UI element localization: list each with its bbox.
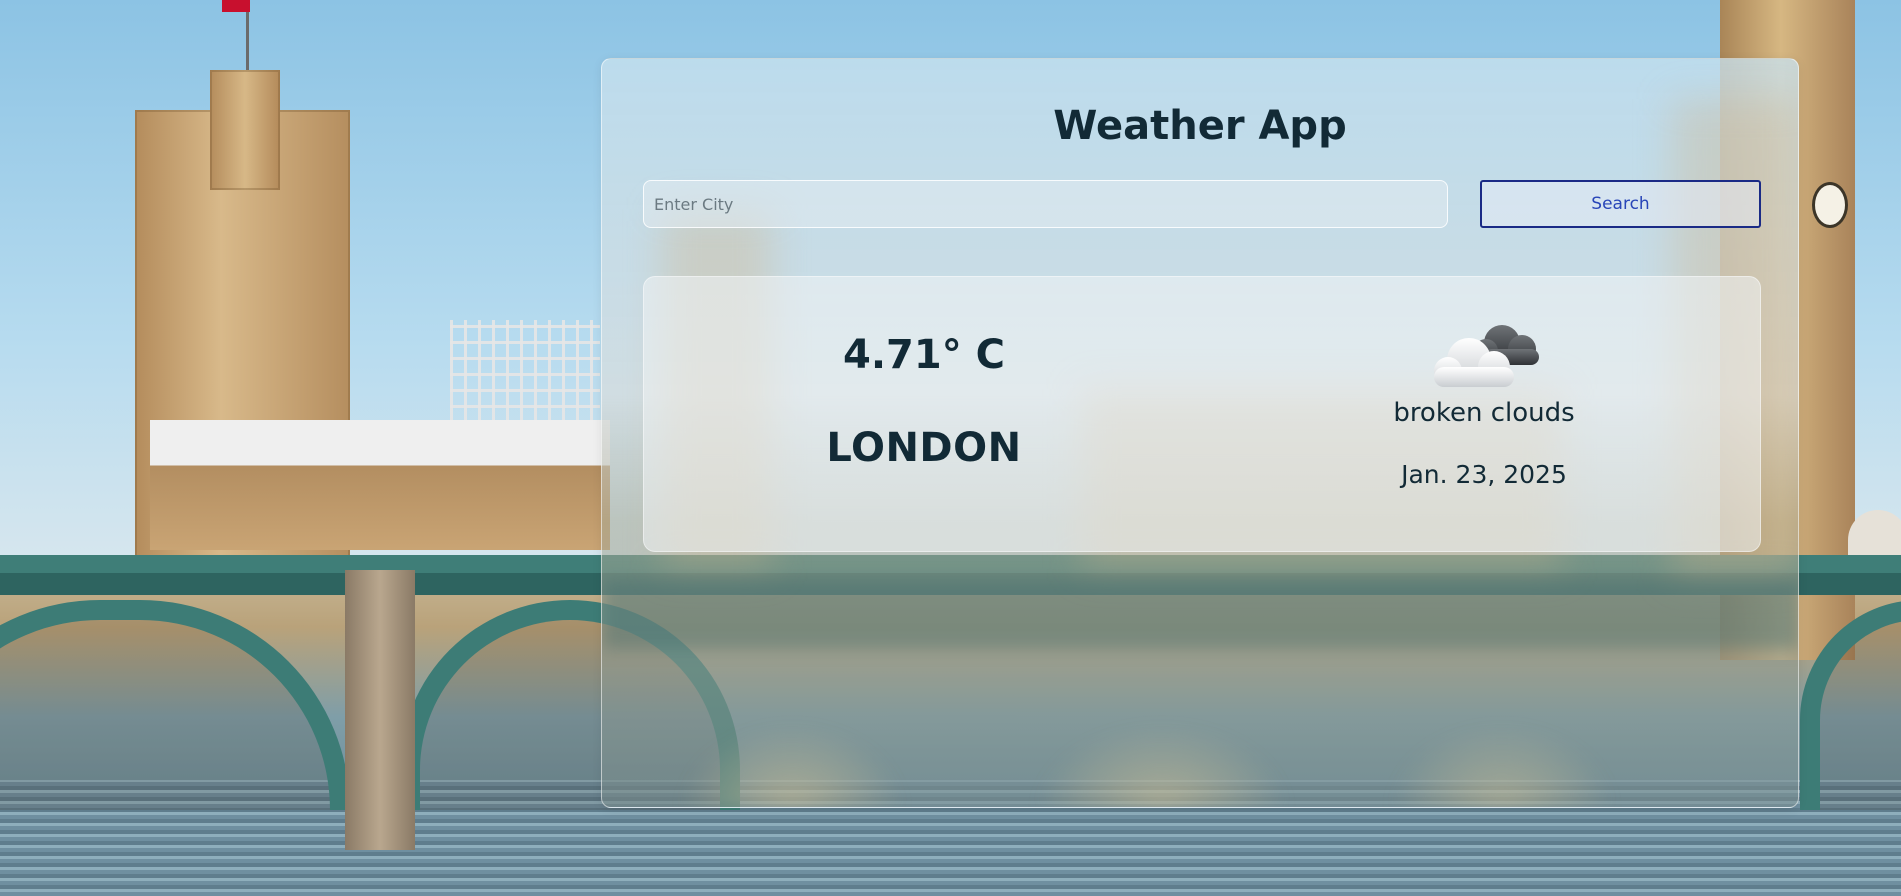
- page-title: Weather App: [1053, 103, 1347, 149]
- bridge-pier: [345, 570, 415, 850]
- parliament-building: [150, 420, 610, 550]
- weather-date: Jan. 23, 2025: [1401, 460, 1567, 489]
- city-search-input[interactable]: [643, 180, 1448, 228]
- temperature: 4.71° C: [843, 332, 1005, 378]
- clock-face: [1812, 182, 1848, 228]
- blurred-bridge: [602, 579, 1798, 807]
- broken-clouds-icon-svg: [1434, 325, 1539, 387]
- city-name: LONDON: [826, 425, 1022, 471]
- flag: [222, 0, 250, 12]
- search-button[interactable]: Search: [1480, 180, 1761, 228]
- weather-result-card: 4.71° C LONDON broken clouds Jan. 23, 20…: [643, 276, 1761, 552]
- tower-crown: [210, 70, 280, 190]
- broken-clouds-icon: [1414, 315, 1554, 395]
- weather-app-panel: Weather App Search 4.71° C LONDON: [601, 58, 1799, 808]
- weather-description: broken clouds: [1393, 398, 1575, 428]
